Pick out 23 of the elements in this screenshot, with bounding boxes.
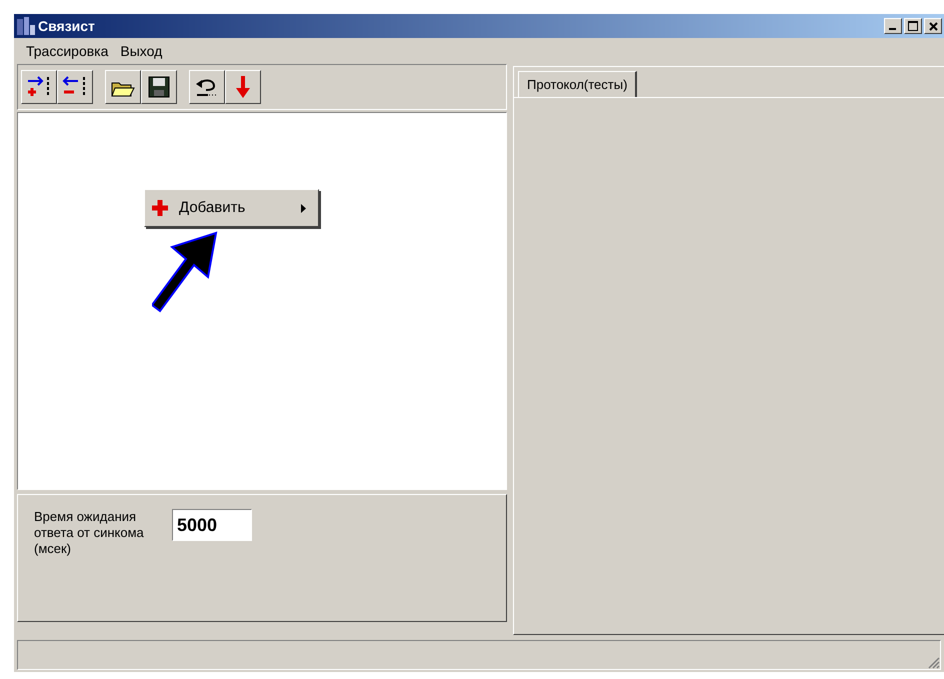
buildings-icon xyxy=(16,17,36,35)
remove-step-button[interactable] xyxy=(57,70,93,104)
plus-icon xyxy=(151,199,169,217)
undo-button[interactable] xyxy=(189,70,225,104)
down-button[interactable] xyxy=(225,70,261,104)
menu-item[interactable]: Выход xyxy=(120,40,162,62)
floppy-icon xyxy=(148,76,170,98)
close-button[interactable] xyxy=(924,18,942,34)
maximize-icon xyxy=(908,21,918,31)
close-icon xyxy=(928,22,938,30)
add-step-button[interactable] xyxy=(21,70,57,104)
arrow-plus-icon xyxy=(26,75,52,99)
minimize-button[interactable] xyxy=(884,18,902,34)
window-title: Связист xyxy=(38,16,95,36)
menu-item[interactable]: Трассировка xyxy=(26,40,108,62)
tab[interactable]: Протокол(тесты) xyxy=(518,71,638,97)
open-button[interactable] xyxy=(105,70,141,104)
timeout-label: Время ожидания ответа от синкома (мсек) xyxy=(34,509,145,558)
maximize-button[interactable] xyxy=(904,18,922,34)
timeout-field[interactable]: 5000 xyxy=(172,509,252,541)
save-button[interactable] xyxy=(141,70,177,104)
down-arrow-icon xyxy=(235,75,251,99)
menu-item[interactable]: Добавить xyxy=(145,196,318,220)
